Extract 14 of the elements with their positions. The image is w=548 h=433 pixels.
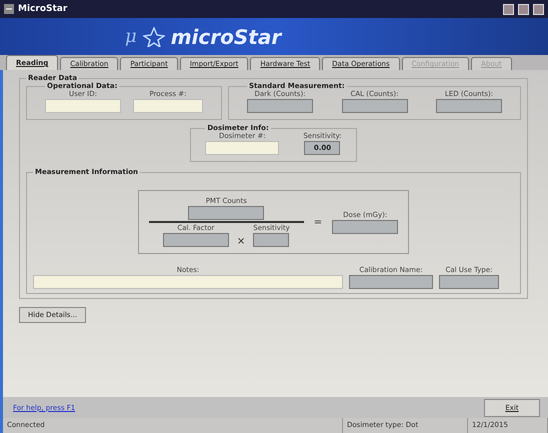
app-icon: [4, 4, 14, 14]
input-field[interactable]: [45, 99, 121, 113]
input-field[interactable]: [205, 141, 280, 155]
window-title: MicroStar: [18, 4, 68, 14]
input-field[interactable]: [33, 275, 343, 289]
maximize-button[interactable]: [518, 4, 529, 14]
minimize-button[interactable]: [503, 4, 514, 14]
logo-text: microStar: [170, 24, 282, 48]
equals-sign: =: [314, 216, 322, 228]
multiply-sign: ×: [236, 236, 246, 247]
close-button[interactable]: [533, 4, 544, 14]
star-icon: [142, 26, 165, 46]
input-field[interactable]: [133, 99, 203, 113]
logo-symbol: μ: [125, 26, 137, 47]
